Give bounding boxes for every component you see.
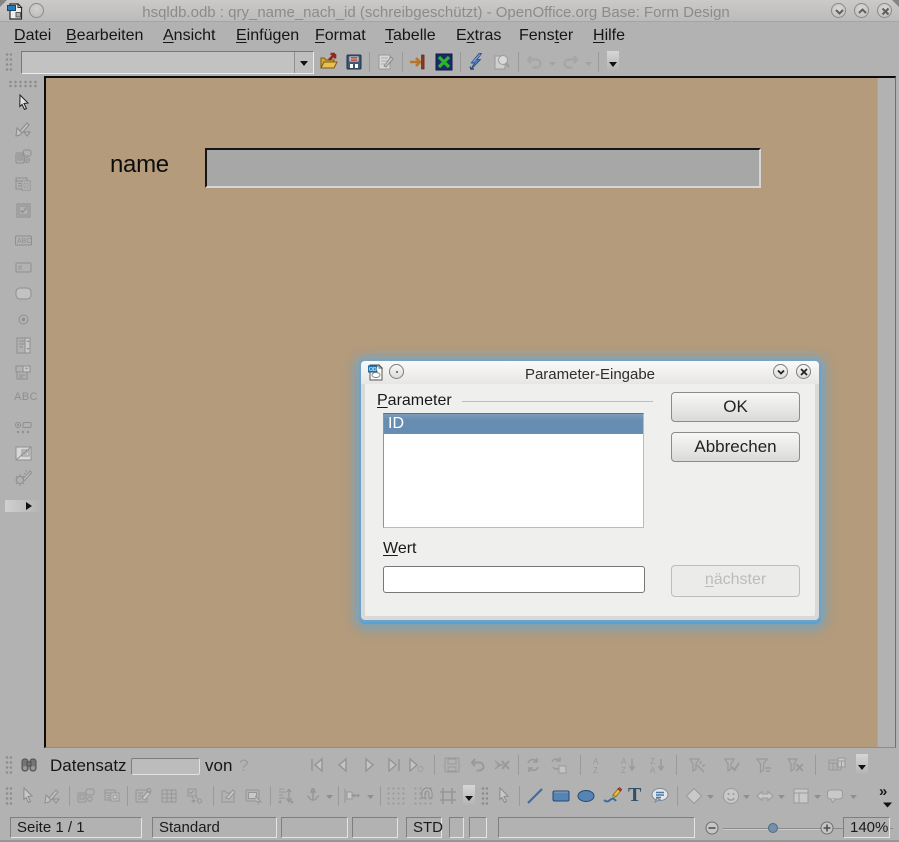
svg-text:ABC: ABC — [17, 238, 31, 245]
svg-text:Z: Z — [621, 766, 626, 775]
svg-text:Z: Z — [650, 757, 655, 766]
svg-text:Z: Z — [593, 766, 598, 775]
svg-text:A: A — [650, 766, 656, 775]
svg-text:#.: #. — [18, 265, 24, 272]
svg-text:A: A — [621, 757, 627, 766]
svg-text:A: A — [593, 757, 599, 766]
